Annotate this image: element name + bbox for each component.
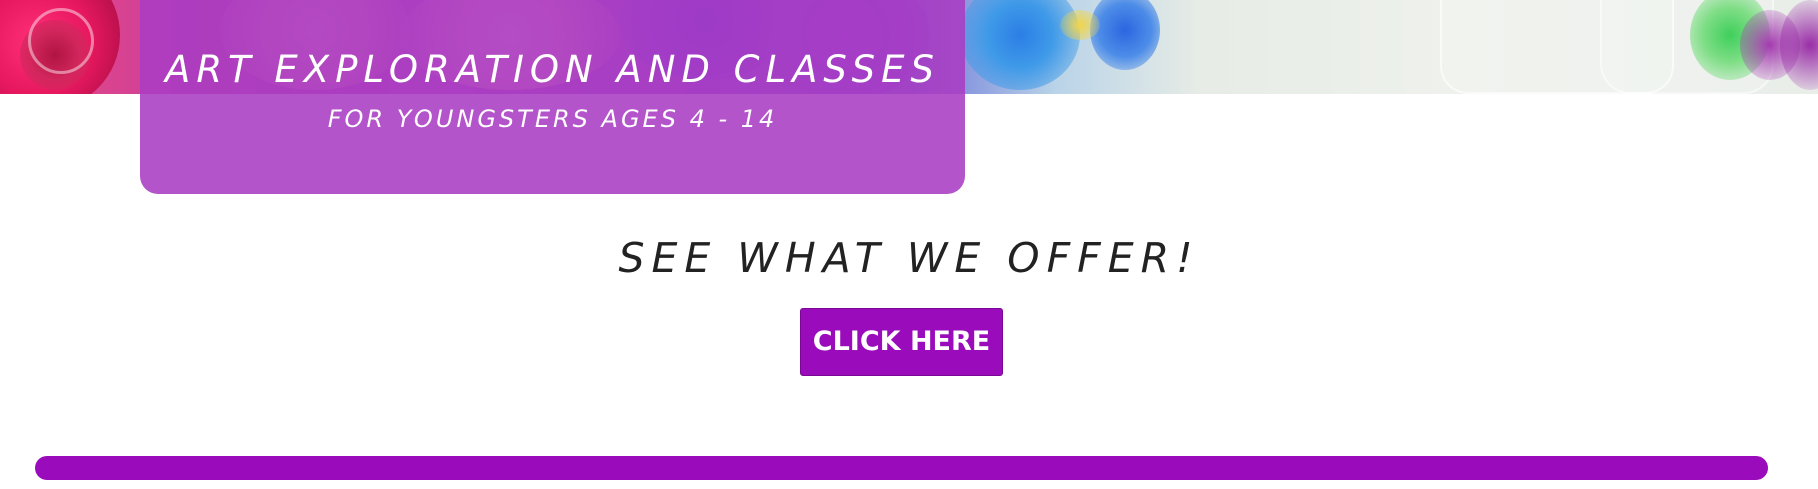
paint-splash-blue bbox=[960, 0, 1080, 90]
offer-heading: SEE WHAT WE OFFER! bbox=[618, 234, 1200, 282]
hero-title-panel: ART EXPLORATION AND CLASSES FOR YOUNGSTE… bbox=[140, 0, 965, 194]
paint-splash-cobalt bbox=[1090, 0, 1160, 70]
page-title: ART EXPLORATION AND CLASSES bbox=[165, 48, 940, 91]
paint-splash-plum bbox=[1780, 0, 1818, 90]
click-here-button[interactable]: CLICK HERE bbox=[800, 308, 1003, 376]
section-divider bbox=[35, 456, 1768, 480]
page-subtitle: FOR YOUNGSTERS AGES 4 - 14 bbox=[327, 105, 778, 133]
paint-splash-yellow bbox=[1060, 10, 1100, 40]
paint-tube-cap bbox=[28, 8, 94, 74]
